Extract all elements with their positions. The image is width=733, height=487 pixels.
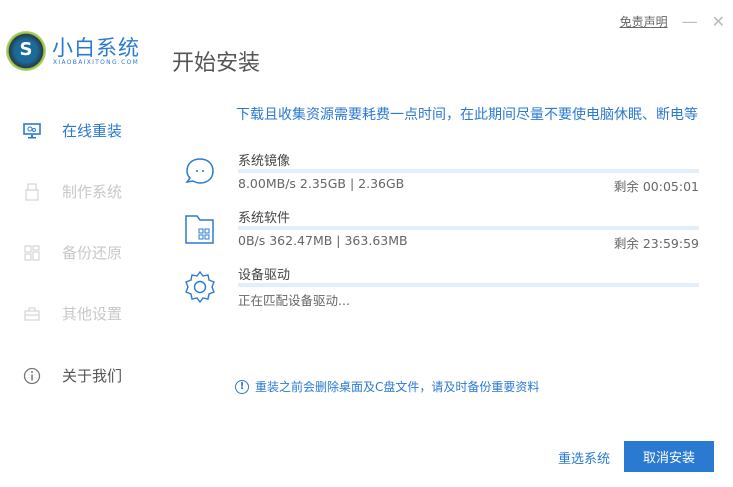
brand-name: 小白系统	[52, 36, 140, 60]
sidebar-item-label: 在线重装	[62, 122, 123, 140]
cancel-install-button[interactable]: 取消安装	[624, 441, 714, 472]
backup-warning: ! 重装之前会删除桌面及C盘文件，请及时备份重要资料	[235, 378, 539, 395]
sidebar-item-label: 备份还原	[62, 244, 123, 262]
monitor-icon	[22, 122, 42, 140]
exclamation-icon: !	[235, 379, 249, 394]
sidebar-item-about-us[interactable]: 关于我们	[22, 365, 122, 386]
sidebar-item-online-reinstall[interactable]: 在线重装	[22, 120, 122, 141]
page-title: 开始安装	[172, 51, 261, 76]
gear-icon	[183, 270, 217, 304]
info-icon	[22, 367, 42, 385]
warning-text: 重装之前会删除桌面及C盘文件，请及时备份重要资料	[255, 380, 540, 394]
sidebar-item-label: 其他设置	[62, 305, 123, 323]
task-stats: 8.00MB/s 2.35GB | 2.36GB	[238, 176, 405, 191]
progress-bar	[238, 169, 699, 173]
progress-bar	[238, 226, 699, 230]
usb-icon	[22, 183, 42, 201]
sidebar-item-backup-restore[interactable]: 备份还原	[22, 242, 122, 263]
sidebar-item-label: 制作系统	[62, 183, 123, 201]
window-controls: 免责声明 — ✕	[620, 12, 725, 31]
task-remaining: 剩余 23:59:59	[613, 236, 699, 251]
chat-bubble-icon	[183, 156, 217, 190]
logo: S	[6, 31, 46, 71]
close-button[interactable]: ✕	[712, 12, 725, 31]
sidebar-item-make-system[interactable]: 制作系统	[22, 181, 122, 202]
task-title: 系统软件	[238, 211, 291, 226]
task-remaining: 剩余 00:05:01	[613, 179, 699, 194]
sidebar-item-other-settings[interactable]: 其他设置	[22, 303, 122, 324]
download-notice: 下载且收集资源需要耗费一点时间，在此期间尽量不要使电脑休眠、断电等	[236, 107, 698, 123]
task-title: 设备驱动	[238, 268, 291, 283]
task-title: 系统镜像	[238, 154, 291, 169]
task-stats: 0B/s 362.47MB | 363.63MB	[238, 233, 408, 248]
task-stats: 正在匹配设备驱动...	[238, 293, 350, 308]
toolbox-icon	[22, 305, 42, 323]
reselect-system-link[interactable]: 重选系统	[558, 448, 610, 467]
progress-bar	[238, 283, 699, 287]
minimize-button[interactable]: —	[682, 12, 698, 31]
backup-icon	[22, 244, 42, 262]
brand-url: XIAOBAIXITONG.COM	[53, 59, 140, 66]
folder-apps-icon	[183, 213, 217, 247]
sidebar-item-label: 关于我们	[62, 367, 123, 385]
disclaimer-link[interactable]: 免责声明	[620, 13, 668, 30]
